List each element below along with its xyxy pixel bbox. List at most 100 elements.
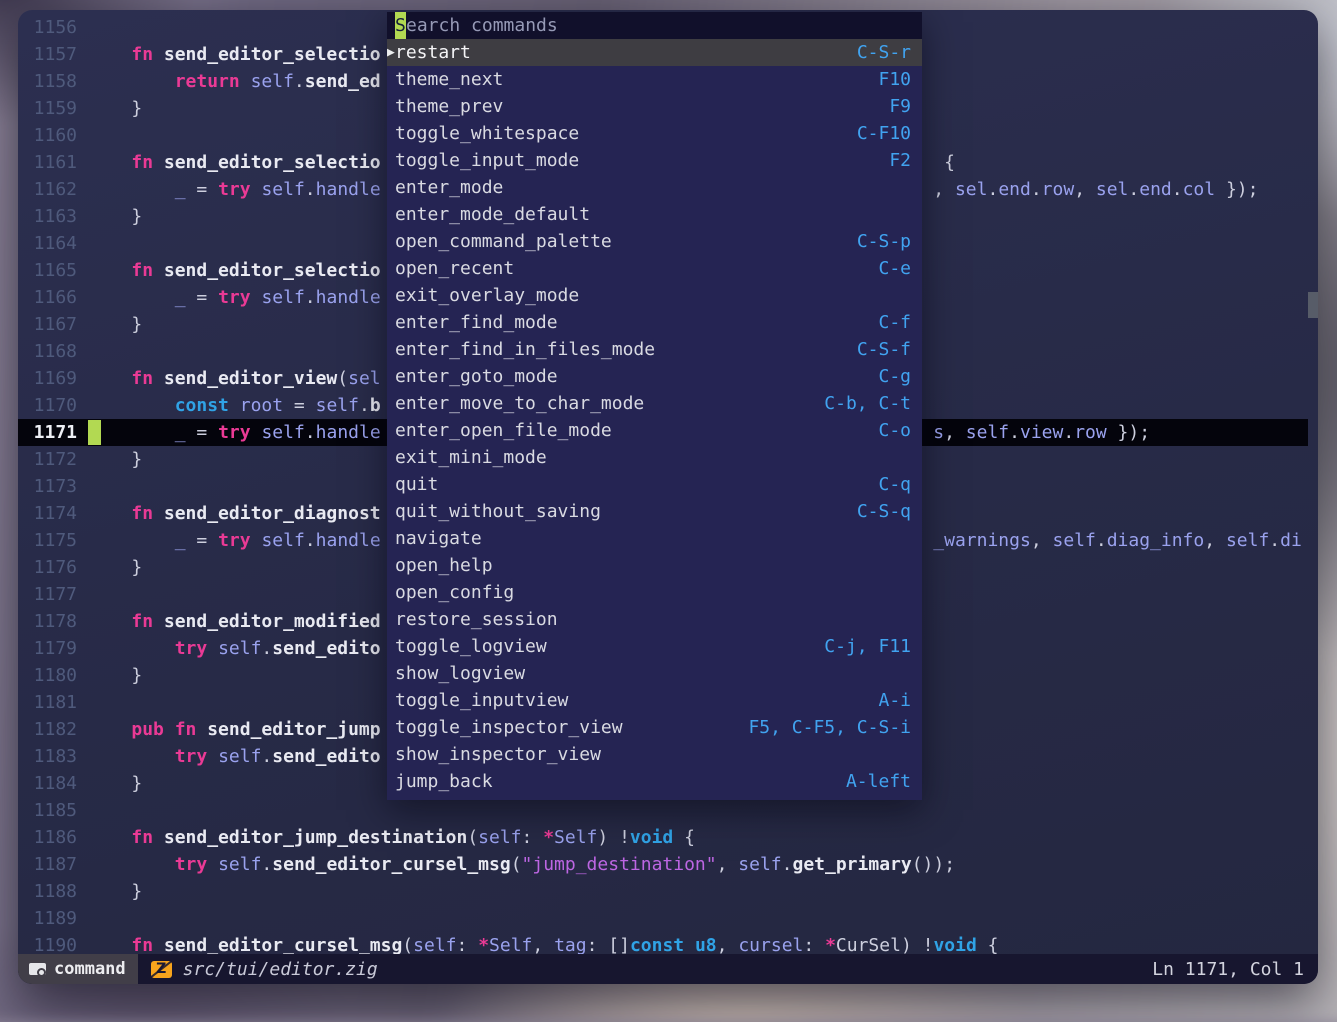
code-token	[88, 719, 131, 740]
code-token: _	[175, 422, 197, 443]
code-token: send_editor_view	[164, 368, 337, 389]
code-token: tag	[554, 935, 587, 954]
code-token: ,	[1074, 179, 1096, 200]
code-token: *	[825, 935, 836, 954]
line-number: 1158	[18, 68, 77, 95]
code-token: const	[175, 395, 240, 416]
code-token: row	[1074, 422, 1107, 443]
palette-item[interactable]: enter_move_to_char_modeC-b, C-t	[387, 390, 922, 417]
command-label: open_recent	[395, 255, 514, 282]
code-text: fn send_editor_cursel_msg(self: *Self, t…	[77, 932, 999, 954]
line-number: 1167	[18, 311, 77, 338]
palette-item[interactable]: enter_open_file_modeC-o	[387, 417, 922, 444]
code-line[interactable]: 1188 }	[18, 878, 1318, 905]
code-token: sel	[348, 368, 381, 389]
line-number: 1186	[18, 824, 77, 851]
code-token: fn	[131, 611, 164, 632]
code-token: send_ed	[305, 71, 381, 92]
line-number: 1156	[18, 14, 77, 41]
code-line[interactable]: 1187 try self.send_editor_cursel_msg("ju…	[18, 851, 1318, 878]
code-token: }	[88, 665, 142, 686]
palette-search-input[interactable]: Search commands	[387, 12, 922, 39]
code-token: fn	[131, 368, 164, 389]
palette-item[interactable]: open_config	[387, 579, 922, 606]
palette-item[interactable]: open_help	[387, 552, 922, 579]
line-number: 1185	[18, 797, 77, 824]
palette-item[interactable]: open_command_paletteC-S-p	[387, 228, 922, 255]
code-token: self	[478, 827, 521, 848]
code-text	[77, 797, 88, 824]
code-token: ) !	[597, 827, 630, 848]
code-token: try	[218, 179, 261, 200]
palette-item[interactable]: enter_mode	[387, 174, 922, 201]
palette-item[interactable]: jump_backA-left	[387, 768, 922, 795]
palette-item[interactable]: enter_mode_default	[387, 201, 922, 228]
code-line[interactable]: 1189	[18, 905, 1318, 932]
code-token: try	[175, 746, 218, 767]
palette-item[interactable]: toggle_whitespaceC-F10	[387, 120, 922, 147]
palette-item[interactable]: toggle_input_modeF2	[387, 147, 922, 174]
palette-item[interactable]: quitC-q	[387, 471, 922, 498]
palette-item[interactable]: exit_overlay_mode	[387, 282, 922, 309]
code-token: ,	[933, 179, 955, 200]
code-token	[88, 368, 131, 389]
code-token: =	[196, 422, 218, 443]
palette-item[interactable]: show_inspector_view	[387, 741, 922, 768]
code-token: send_editor_cursel_msg	[164, 935, 402, 954]
code-token	[88, 611, 131, 632]
code-line[interactable]: 1185	[18, 797, 1318, 824]
code-token: (	[337, 368, 348, 389]
command-keybinding: C-e	[878, 255, 911, 282]
code-text	[77, 338, 88, 365]
palette-item[interactable]: show_logview	[387, 660, 922, 687]
code-token: di	[1280, 530, 1302, 551]
line-number: 1171	[18, 419, 77, 446]
palette-item[interactable]: toggle_inputviewA-i	[387, 687, 922, 714]
command-keybinding: C-o	[878, 417, 911, 444]
palette-item[interactable]: theme_nextF10	[387, 66, 922, 93]
code-token: : []	[587, 935, 630, 954]
line-number: 1190	[18, 932, 77, 954]
code-line[interactable]: 1190 fn send_editor_cursel_msg(self: *Se…	[18, 932, 1318, 954]
code-token	[88, 638, 175, 659]
code-token: self	[261, 287, 304, 308]
command-label: show_inspector_view	[395, 741, 601, 768]
code-token: handle	[316, 287, 381, 308]
code-token: .	[782, 854, 793, 875]
mode-indicator[interactable]: command	[18, 954, 138, 984]
palette-item[interactable]: toggle_logviewC-j, F11	[387, 633, 922, 660]
palette-item[interactable]: enter_find_modeC-f	[387, 309, 922, 336]
command-keybinding: C-b, C-t	[824, 390, 911, 417]
palette-item[interactable]: enter_goto_modeC-g	[387, 363, 922, 390]
palette-item[interactable]: theme_prevF9	[387, 93, 922, 120]
palette-item[interactable]: enter_find_in_files_modeC-S-f	[387, 336, 922, 363]
command-keybinding: C-S-q	[857, 498, 911, 525]
palette-item[interactable]: navigate	[387, 525, 922, 552]
code-token: *	[478, 935, 489, 954]
code-line[interactable]: 1186 fn send_editor_jump_destination(sel…	[18, 824, 1318, 851]
code-token: pub fn	[131, 719, 207, 740]
line-number: 1178	[18, 608, 77, 635]
command-label: toggle_logview	[395, 633, 547, 660]
code-text: _ = try self.handle	[77, 176, 381, 203]
code-token: fn	[131, 503, 164, 524]
palette-item[interactable]: restore_session	[387, 606, 922, 633]
code-text: }	[77, 554, 142, 581]
scrollbar-thumb[interactable]	[1308, 292, 1318, 318]
code-token: :	[803, 935, 825, 954]
palette-item[interactable]: quit_without_savingC-S-q	[387, 498, 922, 525]
code-text: }	[77, 95, 142, 122]
command-label: exit_overlay_mode	[395, 282, 579, 309]
zig-logo-icon: Z	[151, 961, 172, 978]
code-token: _	[175, 530, 197, 551]
command-label: enter_mode	[395, 174, 503, 201]
palette-item[interactable]: toggle_inspector_viewF5, C-F5, C-S-i	[387, 714, 922, 741]
code-token: sel	[1096, 179, 1129, 200]
code-token: }	[88, 881, 142, 902]
code-text: return self.send_ed	[77, 68, 381, 95]
command-keybinding: C-f	[878, 309, 911, 336]
palette-item-selected[interactable]: ▶restartC-S-r	[387, 39, 922, 66]
palette-item[interactable]: open_recent C-e	[387, 255, 922, 282]
palette-item[interactable]: exit_mini_mode	[387, 444, 922, 471]
code-text	[77, 581, 88, 608]
